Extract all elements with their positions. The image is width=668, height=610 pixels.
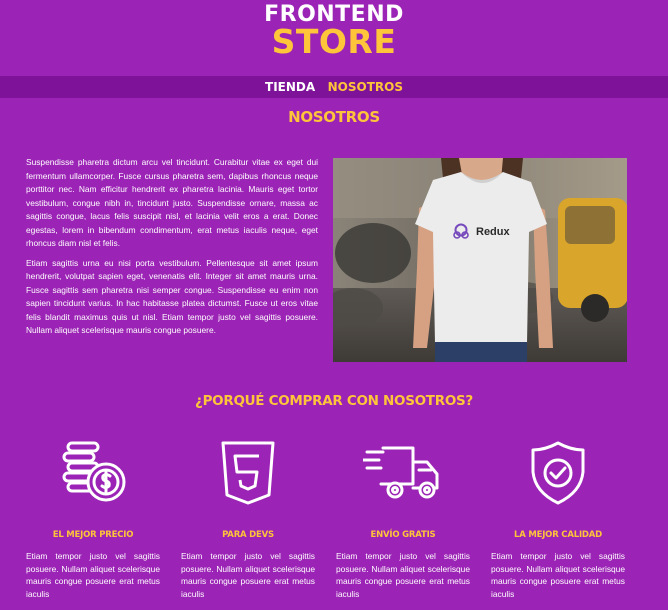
feature-card: ENVÍO GRATIS Etiam tempor justo vel sagi… [336,440,470,600]
about-paragraph: Suspendisse pharetra dictum arcu vel tin… [26,157,318,248]
feature-card: LA MEJOR CALIDAD Etiam tempor justo vel … [491,440,625,600]
about-paragraph: Etiam sagittis urna eu nisi porta vestib… [26,257,318,336]
why-title: ¿PORQUÉ COMPRAR CON NOSOTROS? [195,393,473,409]
html5-icon [221,441,275,505]
about-photo: Redux [333,158,627,362]
main-navigation: TIENDA NOSOTROS [0,76,668,98]
about-title: NOSOTROS [288,108,380,126]
feature-text: Etiam tempor justo vel sagittis posuere.… [491,551,625,599]
about-text: Suspendisse pharetra dictum arcu vel tin… [26,156,318,344]
feature-card: PARA DEVS Etiam tempor justo vel sagitti… [181,440,315,600]
shield-check-icon [531,441,585,505]
logo-text-store: STORE [271,22,397,61]
tshirt-brand-text: Redux [476,226,511,238]
feature-title: PARA DEVS [222,530,274,540]
feature-text: Etiam tempor justo vel sagittis posuere.… [336,551,470,599]
feature-text: Etiam tempor justo vel sagittis posuere.… [181,551,315,599]
feature-title: EL MEJOR PRECIO [52,530,134,540]
feature-title: ENVÍO GRATIS [370,530,436,540]
features-grid: EL MEJOR PRECIO Etiam tempor justo vel s… [26,440,626,610]
feature-card: EL MEJOR PRECIO Etiam tempor justo vel s… [26,440,160,600]
tshirt-photo-illustration: Redux [333,158,627,362]
feature-title: LA MEJOR CALIDAD [514,530,602,540]
nav-link-nosotros[interactable]: NOSOTROS [328,76,403,98]
coins-icon [62,441,126,502]
feature-text: Etiam tempor justo vel sagittis posuere.… [26,551,160,599]
site-logo[interactable]: FRONTEND STORE [0,4,668,61]
nav-link-tienda[interactable]: TIENDA [265,76,315,98]
truck-icon [363,446,439,499]
